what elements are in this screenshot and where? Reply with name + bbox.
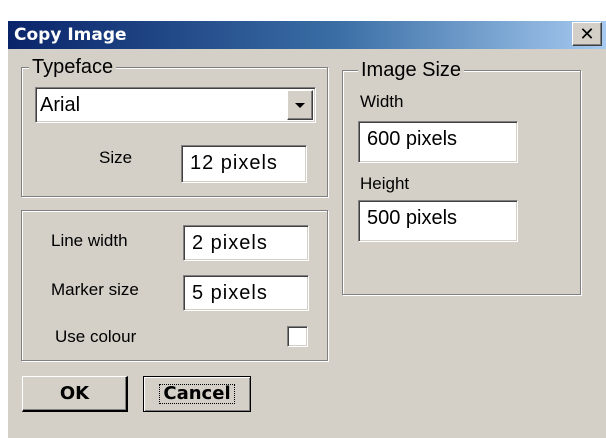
use-colour-label: Use colour: [55, 327, 137, 346]
width-label: Width: [360, 92, 404, 111]
size-field[interactable]: 12 pixels: [181, 145, 307, 183]
cancel-button[interactable]: Cancel: [143, 376, 251, 412]
ok-button[interactable]: OK: [22, 376, 128, 412]
window-title: Copy Image: [14, 25, 127, 45]
title-bar: Copy Image ✕: [8, 21, 606, 49]
ok-label: OK: [59, 383, 90, 404]
marker-size-label: Marker size: [51, 280, 139, 299]
typeface-legend: Typeface: [29, 57, 117, 77]
size-label: Size: [99, 148, 133, 167]
typeface-selected: Arial: [40, 94, 81, 116]
line-width-field[interactable]: 2 pixels: [183, 225, 309, 261]
close-button[interactable]: ✕: [572, 22, 602, 46]
image-size-legend: Image Size: [358, 60, 465, 80]
cancel-label: Cancel: [159, 384, 235, 404]
line-width-label: Line width: [51, 231, 128, 250]
typeface-dropdown[interactable]: Arial: [35, 87, 316, 123]
copy-image-dialog: Copy Image ✕ Typeface Arial Size 12 pixe…: [8, 21, 606, 438]
height-field[interactable]: 500 pixels: [358, 200, 518, 242]
marker-size-field[interactable]: 5 pixels: [183, 275, 309, 311]
chevron-down-icon[interactable]: [287, 90, 313, 120]
height-label: Height: [360, 174, 410, 193]
close-icon: ✕: [579, 24, 595, 44]
width-field[interactable]: 600 pixels: [358, 121, 518, 163]
use-colour-checkbox[interactable]: [287, 326, 308, 347]
